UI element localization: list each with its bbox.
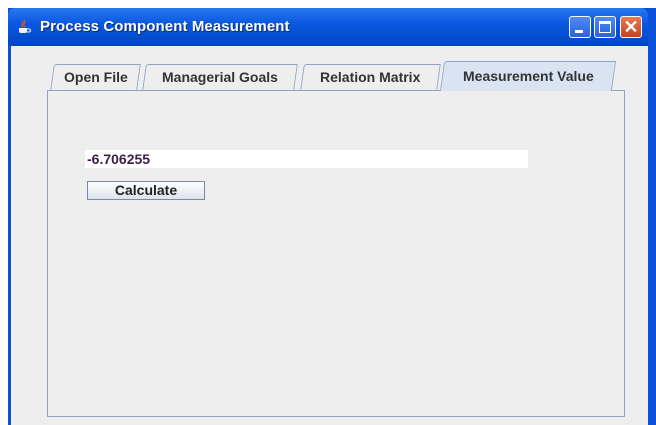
tab-relation-matrix[interactable]: Relation Matrix <box>300 64 441 90</box>
java-cup-icon <box>19 19 31 33</box>
maximize-button[interactable] <box>594 16 616 38</box>
calculate-button[interactable]: Calculate <box>87 181 205 200</box>
measurement-value-field[interactable]: -6.706255 <box>85 150 528 168</box>
window-title: Process Component Measurement <box>40 18 290 35</box>
tab-panel-measurement-value <box>47 90 625 417</box>
maximize-icon <box>599 21 611 33</box>
tab-label: Relation Matrix <box>320 69 421 85</box>
minimize-button[interactable] <box>569 16 591 38</box>
tab-managerial-goals[interactable]: Managerial Goals <box>142 64 298 90</box>
tab-label: Managerial Goals <box>162 69 278 85</box>
minimize-icon <box>575 30 583 33</box>
title-bar[interactable]: Process Component Measurement ✕ <box>8 8 648 46</box>
tab-label: Open File <box>63 69 128 85</box>
close-button[interactable]: ✕ <box>620 16 642 38</box>
close-icon: ✕ <box>623 17 639 37</box>
tab-measurement-value[interactable]: Measurement Value <box>439 61 617 91</box>
tab-label: Measurement Value <box>462 68 594 84</box>
tab-open-file[interactable]: Open File <box>50 64 141 90</box>
